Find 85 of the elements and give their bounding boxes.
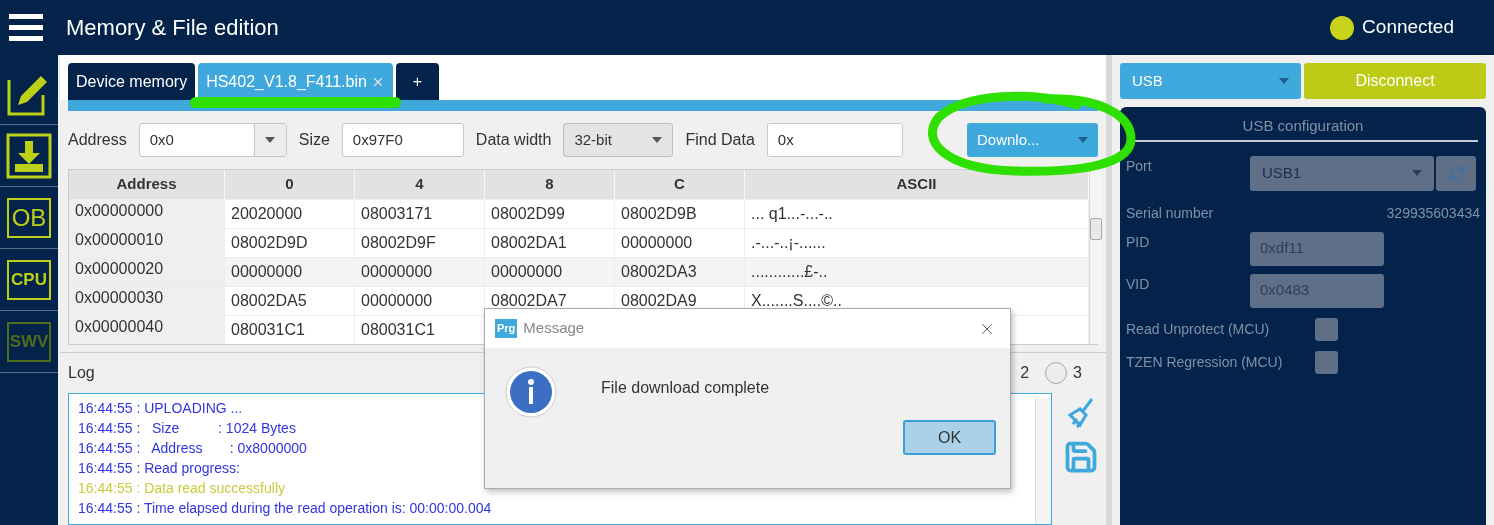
log-line: 16:44:55 : UPLOADING ... (78, 399, 243, 418)
radio-label: 3 (1073, 363, 1082, 383)
table-cell-text: ... q1...-...-.. (750, 204, 834, 224)
table-cell-text: ............£-.. (750, 262, 829, 282)
page-title: Memory & File edition (66, 14, 279, 42)
table-cell-text: 0x00000040 (74, 317, 165, 337)
size-field[interactable]: 0x97F0 (341, 123, 464, 157)
table-cell-text: 08002DA3 (620, 262, 698, 282)
address-combobox[interactable]: 0x0 (138, 123, 287, 157)
table-cell-text: 08002D9B (620, 204, 698, 224)
caret-icon (652, 137, 663, 143)
radio-label: 2 (1020, 363, 1030, 383)
option-label: Read Unprotect (MCU) (1126, 319, 1271, 339)
data-width-dropdown[interactable]: 32-bit (563, 123, 674, 157)
pid-label: PID (1126, 232, 1151, 252)
find-data-field[interactable]: 0x (766, 123, 903, 157)
log-line: 16:44:55 : Time elapsed during the read operation is: 00:00:00.004 (78, 499, 492, 518)
serial-value: 329935603434 (1386, 203, 1480, 223)
scrollbar[interactable] (1089, 170, 1102, 344)
menu-icon[interactable] (9, 13, 43, 42)
add-tab-button[interactable]: + (395, 63, 440, 100)
column-header: 0 (225, 170, 355, 199)
broom-icon[interactable] (1066, 397, 1096, 429)
table-cell-text: 00000000 (360, 262, 434, 282)
table-cell-text: 08002DA5 (230, 291, 308, 311)
column-header: 8 (485, 170, 615, 199)
column-header: C (615, 170, 745, 199)
table-cell-text: 00000000 (360, 291, 434, 311)
table-cell-text: 080031C1 (360, 320, 436, 340)
checkbox[interactable] (1315, 350, 1338, 374)
tab[interactable]: Device memory (68, 63, 196, 100)
caret-icon (1412, 170, 1422, 176)
ok-button[interactable]: OK (903, 420, 996, 455)
column-header: Address (69, 170, 225, 199)
panel-title: USB configuration (1128, 115, 1478, 142)
table-cell-text: 08002DA1 (490, 233, 568, 253)
app-logo: Prg (495, 319, 518, 338)
table-cell-text: 0x00000030 (74, 288, 165, 308)
log-line: 16:44:55 : Read progress: (78, 459, 240, 478)
address-label: Address (68, 130, 127, 150)
table-cell-text: 20020000 (230, 204, 304, 224)
download-icon[interactable] (6, 132, 52, 179)
table-cell-text: 08002DA7 (490, 291, 568, 311)
column-header: 4 (355, 170, 485, 199)
caret-icon (1078, 137, 1088, 143)
option-label: TZEN Regression (MCU) (1126, 352, 1284, 372)
caret-icon (265, 137, 276, 143)
table-cell-text: 08002DA9 (620, 291, 698, 311)
scrollbar[interactable] (1035, 398, 1051, 524)
table-cell-text: 08002D99 (490, 204, 566, 224)
refresh-button[interactable] (1436, 155, 1476, 191)
checkbox[interactable] (1315, 317, 1338, 341)
log-line: 16:44:55 : Data read successfully (78, 479, 285, 498)
sidebar-button[interactable]: CPU (7, 259, 51, 300)
vid-label: VID (1126, 274, 1151, 294)
table-cell-text: .-...-..¡-...... (750, 233, 827, 253)
table-cell-text: 080031C1 (230, 320, 306, 340)
refresh-icon (1447, 164, 1465, 182)
port-label: Port (1126, 156, 1153, 176)
table-cell-text: 00000000 (620, 233, 694, 253)
dialog-message: File download complete (601, 378, 770, 398)
table-cell-text: 0x00000020 (74, 259, 165, 279)
info-icon (505, 366, 557, 418)
connection-status: Connected (1362, 15, 1454, 40)
find-data-label: Find Data (685, 130, 755, 150)
table-cell-text: 0x00000010 (74, 230, 165, 250)
table-cell-text: 08002D9F (360, 233, 437, 253)
table-cell-text: 00000000 (490, 262, 564, 282)
caret-icon (1279, 78, 1289, 84)
serial-label: Serial number (1126, 203, 1214, 223)
data-width-label: Data width (475, 130, 552, 150)
log-label: Log (68, 363, 95, 383)
table-cell-text: 08003171 (360, 204, 434, 224)
table-cell-text: 00000000 (230, 262, 304, 282)
size-label: Size (298, 130, 330, 150)
radio-button[interactable] (1045, 362, 1068, 384)
log-line: 16:44:55 : Address : 0x8000000 (78, 439, 307, 458)
table-cell-text: X.......S....©.. (750, 291, 843, 311)
table-cell-text: 08002D9D (230, 233, 309, 253)
dialog-title: Message (523, 318, 585, 339)
table-cell-text: 0x00000000 (74, 201, 165, 221)
save-icon[interactable] (1063, 439, 1099, 475)
column-header: ASCII (745, 170, 1089, 199)
sidebar-button[interactable]: OB (7, 197, 51, 238)
log-line: 16:44:55 : Size : 1024 Bytes (78, 419, 296, 438)
